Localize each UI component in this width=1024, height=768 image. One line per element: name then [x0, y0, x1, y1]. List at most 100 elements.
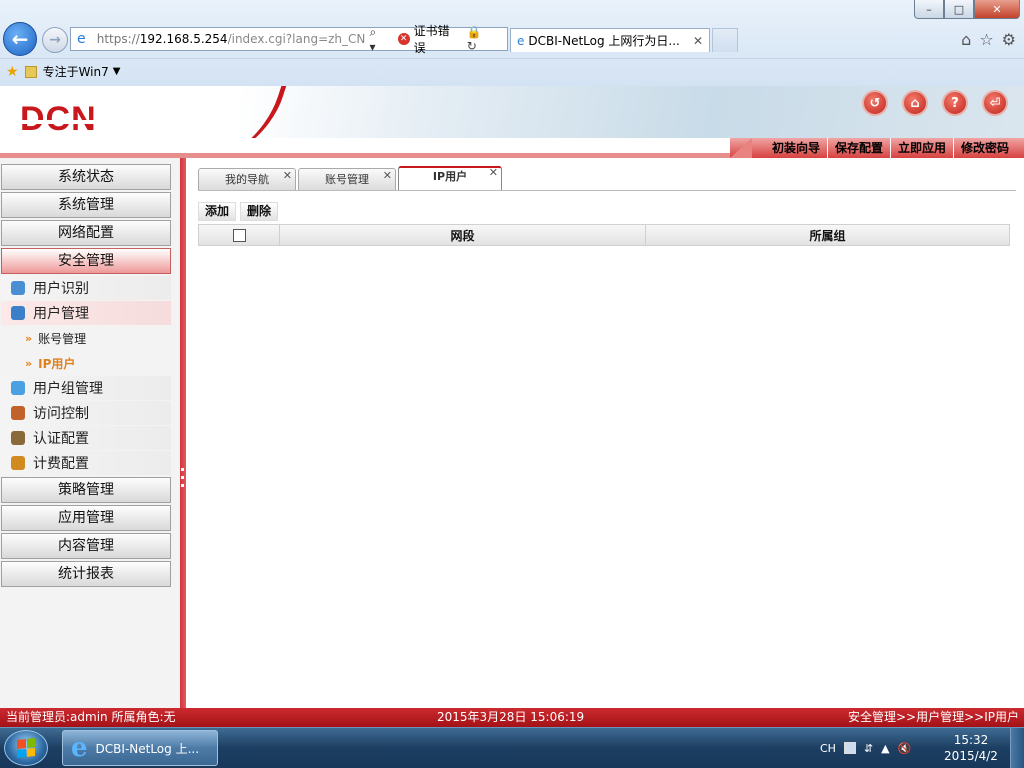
ie-tab-icon: e [517, 33, 525, 48]
clock-time: 15:32 [953, 733, 989, 747]
sidebar-item-access-control[interactable]: 访问控制 [1, 401, 171, 425]
menu-policy-management[interactable]: 策略管理 [1, 477, 171, 503]
page-tabs: 我的导航 ✕ 账号管理 ✕ IP用户 ✕ [198, 166, 504, 190]
favorites-item[interactable]: 专注于Win7 [43, 63, 109, 80]
tab-account-management[interactable]: 账号管理 ✕ [298, 168, 396, 190]
tab-ip-user[interactable]: IP用户 ✕ [398, 166, 502, 190]
url-scheme: https:// [96, 32, 140, 46]
close-icon[interactable]: ✕ [489, 164, 498, 182]
search-dropdown-icon[interactable]: ⌕ ▾ [369, 25, 385, 54]
quick-links-bar: 初装向导 保存配置 立即应用 修改密码 [0, 138, 1024, 158]
sidebar-item-ip-user[interactable]: » IP用户 [1, 351, 171, 375]
auth-config-icon [11, 431, 25, 445]
add-button[interactable]: 添加 [198, 202, 237, 221]
sidebar-item-auth-config[interactable]: 认证配置 [1, 426, 171, 450]
select-all-checkbox[interactable] [232, 228, 246, 242]
folder-icon [24, 65, 37, 78]
input-language[interactable]: CH [820, 742, 836, 755]
main-panel: 我的导航 ✕ 账号管理 ✕ IP用户 ✕ 添加 删除 网段 所属组 [186, 158, 1024, 708]
forward-button[interactable]: → [42, 27, 68, 53]
volume-muted-icon[interactable]: 🔇 [898, 742, 912, 755]
favorites-star-icon[interactable]: ☆ [979, 30, 993, 49]
dcn-logo: DCN [20, 100, 97, 138]
access-control-icon [11, 406, 25, 420]
sidebar: 系统状态 系统管理 网络配置 安全管理 用户识别 用户管理 » 账号管理 » I… [0, 158, 180, 708]
window-controls: – □ ✕ [914, 0, 1020, 19]
apply-now-link[interactable]: 立即应用 [889, 138, 953, 158]
minimize-button[interactable]: – [914, 0, 944, 19]
home-icon[interactable]: ⌂ [902, 90, 928, 116]
close-window-button[interactable]: ✕ [974, 0, 1020, 19]
tab-my-navigation[interactable]: 我的导航 ✕ [198, 168, 296, 190]
refresh-icon[interactable]: 🔒 ↻ [467, 25, 507, 53]
help-icon[interactable]: ? [942, 90, 968, 116]
delete-button[interactable]: 删除 [240, 202, 279, 221]
home-icon[interactable]: ⌂ [961, 30, 971, 49]
menu-security-management[interactable]: 安全管理 [1, 248, 171, 274]
exit-icon[interactable]: ⏎ [982, 90, 1008, 116]
menu-statistics-reports[interactable]: 统计报表 [1, 561, 171, 587]
windows-logo-icon [17, 738, 35, 758]
settings-gear-icon[interactable]: ⚙ [1002, 30, 1016, 49]
setup-wizard-link[interactable]: 初装向导 [765, 138, 827, 158]
system-tray: CH ⇵ ▲ 🔇 [820, 728, 911, 768]
sidebar-item-billing-config[interactable]: 计费配置 [1, 451, 171, 475]
sidebar-item-label: 用户管理 [33, 306, 89, 322]
url-host: 192.168.5.254 [139, 32, 228, 46]
show-desktop-button[interactable] [1010, 728, 1024, 768]
sidebar-item-label: 认证配置 [33, 431, 89, 447]
tab-label: IP用户 [432, 170, 468, 183]
close-tab-icon[interactable]: ✕ [693, 34, 703, 48]
menu-application-management[interactable]: 应用管理 [1, 505, 171, 531]
address-bar[interactable]: e https:// 192.168.5.254 /index.cgi?lang… [70, 24, 508, 55]
billing-config-icon [11, 456, 25, 470]
taskbar-clock[interactable]: 15:32 2015/4/2 [940, 732, 1002, 764]
change-password-link[interactable]: 修改密码 [952, 138, 1016, 158]
menu-system-management[interactable]: 系统管理 [1, 192, 171, 218]
arrow-right-icon: » [25, 356, 33, 370]
ie-logo-icon: e [71, 733, 88, 763]
menu-network-config[interactable]: 网络配置 [1, 220, 171, 246]
close-icon[interactable]: ✕ [283, 165, 292, 187]
sidebar-item-user-identify[interactable]: 用户识别 [1, 276, 171, 300]
start-button[interactable] [4, 730, 48, 766]
save-config-link[interactable]: 保存配置 [826, 138, 890, 158]
certificate-error-label: 证书错误 [413, 24, 450, 55]
close-icon[interactable]: ✕ [383, 165, 392, 187]
logout-icon[interactable]: ↺ [862, 90, 888, 116]
menu-content-management[interactable]: 内容管理 [1, 533, 171, 559]
sidebar-item-user-group[interactable]: 用户组管理 [1, 376, 171, 400]
arrow-right-icon: → [49, 32, 61, 48]
show-hidden-icons[interactable]: ▲ [881, 742, 889, 755]
certificate-error[interactable]: ✕ 证书错误 [394, 22, 461, 56]
favorites-bar: ★ 专注于Win7 ▼ [0, 58, 1024, 84]
chevron-down-icon[interactable]: ▼ [113, 66, 121, 77]
breadcrumb: 安全管理>>用户管理>>IP用户 [848, 710, 1019, 724]
current-datetime: 2015年3月28日 15:06:19 [437, 710, 585, 724]
sidebar-item-user-management[interactable]: 用户管理 [1, 301, 171, 325]
user-group-icon [11, 381, 25, 395]
sidebar-item-account-management[interactable]: » 账号管理 [1, 326, 171, 350]
back-button[interactable]: ← [3, 22, 37, 56]
column-header-group[interactable]: 所属组 [646, 225, 1009, 245]
ie-page-icon: e [77, 31, 86, 47]
add-favorite-star-icon[interactable]: ★ [6, 64, 19, 80]
arrow-left-icon: ← [11, 27, 29, 51]
menu-system-status[interactable]: 系统状态 [1, 164, 171, 190]
column-header-segment[interactable]: 网段 [280, 225, 646, 245]
tabs-divider [198, 190, 1016, 191]
keyboard-icon[interactable] [843, 742, 856, 754]
ime-toggle-icon[interactable]: ⇵ [864, 742, 873, 755]
taskbar: e DCBI-NetLog 上... CH ⇵ ▲ 🔇 15:32 2015/4… [0, 727, 1024, 768]
maximize-button[interactable]: □ [944, 0, 974, 19]
taskbar-ie-app[interactable]: e DCBI-NetLog 上... [62, 730, 218, 766]
toolbar: 添加 删除 [198, 202, 279, 221]
user-identify-icon [11, 281, 25, 295]
sidebar-item-label: 计费配置 [33, 456, 89, 472]
browser-tab[interactable]: e DCBI-NetLog 上网行为日... ✕ [510, 28, 710, 52]
app-header: DCN ↺ ⌂ ? ⏎ 初装向导 保存配置 立即应用 修改密码 [0, 86, 1024, 158]
quick-links: 初装向导 保存配置 立即应用 修改密码 [765, 138, 1016, 158]
sidebar-item-label: 访问控制 [33, 406, 89, 422]
tab-label: 账号管理 [325, 173, 369, 186]
new-tab-button[interactable] [712, 28, 738, 52]
